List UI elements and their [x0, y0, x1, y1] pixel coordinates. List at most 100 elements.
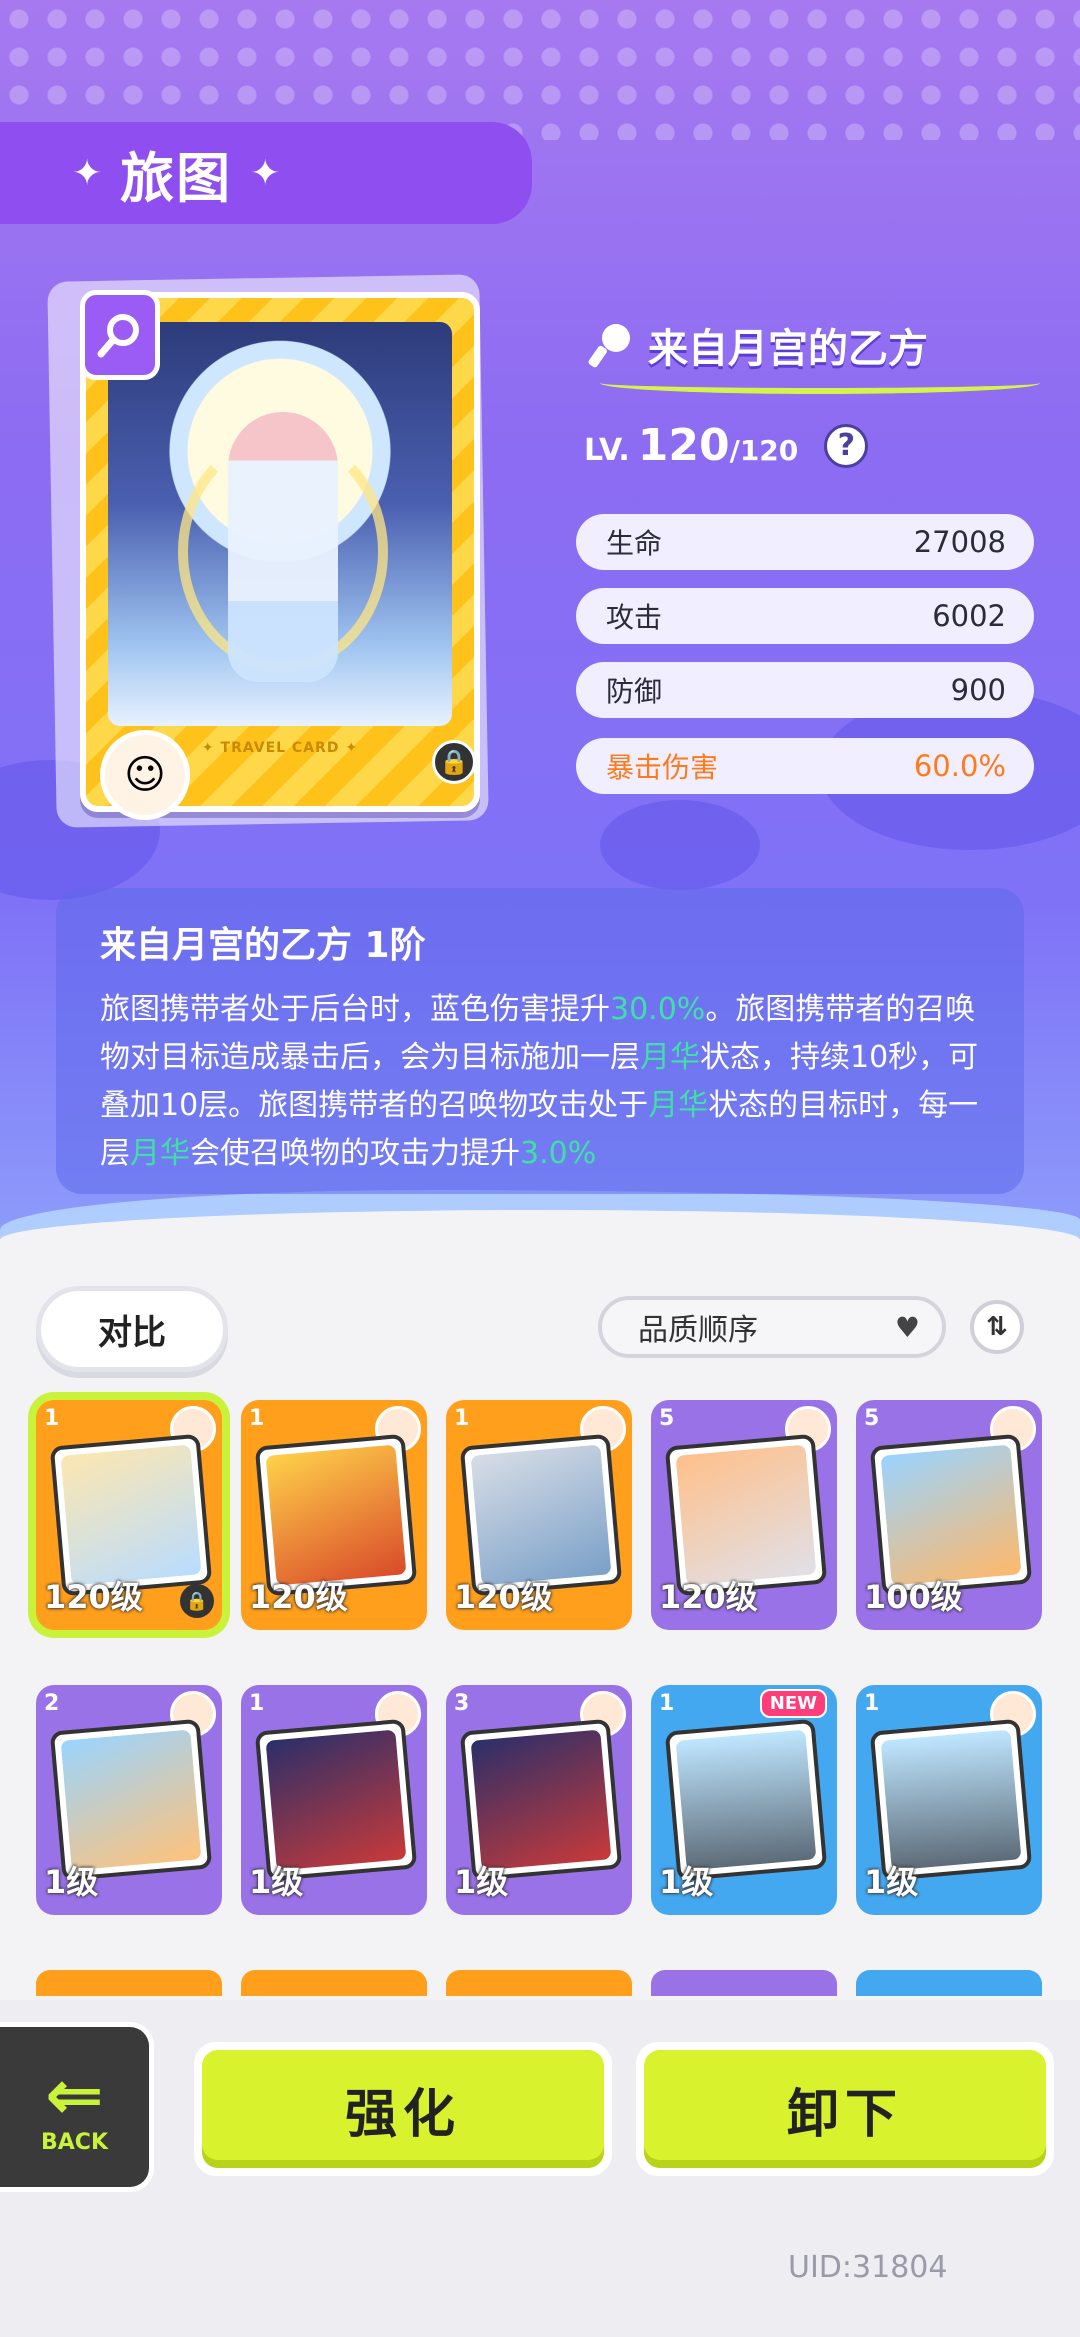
rank-badge: 1 [249, 1691, 265, 1716]
card-thumbnail-art [880, 1729, 1022, 1871]
grid-card[interactable]: 5 100级 [856, 1400, 1042, 1630]
grid-card-peek[interactable] [446, 1970, 632, 1996]
stat-value: 27008 [913, 525, 1006, 559]
rank-badge: 1 [454, 1406, 470, 1431]
stat-label: 防御 [606, 675, 663, 708]
sort-order-icon[interactable]: ⇅ [970, 1300, 1024, 1354]
card-level: 100级 [864, 1578, 963, 1616]
back-label: BACK [41, 2129, 108, 2155]
sort-label: 品质顺序 [638, 1313, 758, 1348]
help-icon[interactable]: ? [824, 423, 869, 468]
card-level: 120级 [44, 1578, 143, 1616]
effect-text-part: 会使召唤物的攻击力提升 [190, 1136, 520, 1171]
wave-divider [0, 1210, 1080, 1290]
card-level: 120级 [249, 1578, 348, 1616]
new-badge: NEW [759, 1689, 827, 1718]
compare-button[interactable]: 对比 [36, 1286, 228, 1372]
rank-badge: 5 [659, 1406, 675, 1431]
grid-card[interactable]: 1 NEW 1级 [651, 1685, 837, 1915]
card-thumbnail-art [470, 1444, 612, 1586]
stat-label: 生命 [606, 527, 663, 560]
grid-card-peek[interactable] [651, 1970, 837, 1996]
card-thumbnail-art [880, 1444, 1022, 1586]
grid-card[interactable]: 1 120级 🔒 [36, 1400, 222, 1630]
effect-text-part: 旅图携带者处于后台时，蓝色伤害提升 [100, 992, 610, 1027]
card-level: 1级 [454, 1863, 509, 1901]
page-title-tab: ✦ 旅图 ✦ [0, 122, 532, 224]
level-row: LV. 120 /120 ? [584, 420, 869, 471]
grid-card[interactable]: 1 1级 [241, 1685, 427, 1915]
stat-crit-damage: 暴击伤害 60.0% [576, 738, 1034, 794]
owner-avatar: ☺ [100, 730, 190, 820]
back-arrow-icon: ⇐ [45, 2053, 104, 2136]
card-level: 120级 [454, 1578, 553, 1616]
sparkle-icon: ✦ [250, 152, 281, 194]
effect-description[interactable]: 来自月宫的乙方 1阶 旅图携带者处于后台时，蓝色伤害提升30.0%。旅图携带者的… [56, 888, 1024, 1194]
chevron-down-icon: ♥ [894, 1310, 920, 1344]
stat-defense: 防御 900 [576, 662, 1034, 718]
rank-badge: 1 [864, 1691, 880, 1716]
magnify-glyph [97, 314, 139, 358]
level-label: LV. [584, 433, 630, 468]
stat-hp: 生命 27008 [576, 514, 1034, 570]
card-level: 1级 [44, 1863, 99, 1901]
effect-highlight: 月华 [130, 1136, 190, 1171]
rank-badge: 1 [659, 1691, 675, 1716]
grid-card[interactable]: 5 120级 [651, 1400, 837, 1630]
card-thumbnail-art [675, 1444, 817, 1586]
stat-attack: 攻击 6002 [576, 588, 1034, 644]
card-thumbnail-art [60, 1729, 202, 1871]
grid-card[interactable]: 1 120级 [241, 1400, 427, 1630]
card-level: 120级 [659, 1578, 758, 1616]
card-thumbnail-art [265, 1729, 407, 1871]
effect-text: 旅图携带者处于后台时，蓝色伤害提升30.0%。旅图携带者的召唤物对目标造成暴击后… [100, 986, 980, 1178]
grid-card[interactable]: 3 1级 [446, 1685, 632, 1915]
card-level: 1级 [249, 1863, 304, 1901]
back-button[interactable]: ⇐ BACK [0, 2022, 154, 2192]
paint-splat [600, 800, 760, 890]
name-underline [600, 372, 1040, 394]
rank-badge: 1 [44, 1406, 60, 1431]
effect-highlight: 3.0% [520, 1136, 597, 1171]
enhance-label: 强化 [202, 2050, 604, 2168]
stat-value: 6002 [932, 599, 1006, 633]
card-name: 来自月宫的乙方 [648, 326, 928, 372]
stat-value: 60.0% [913, 749, 1006, 783]
rank-badge: 2 [44, 1691, 60, 1716]
card-level: 1级 [864, 1863, 919, 1901]
rank-badge: 1 [249, 1406, 265, 1431]
stat-label: 攻击 [606, 601, 663, 634]
effect-highlight: 月华 [640, 1040, 700, 1075]
card-thumbnail-art [60, 1444, 202, 1586]
card-level: 1级 [659, 1863, 714, 1901]
grid-card[interactable]: 1 1级 [856, 1685, 1042, 1915]
rank-badge: 3 [454, 1691, 470, 1716]
card-thumbnail-art [470, 1729, 612, 1871]
effect-highlight: 30.0% [610, 992, 706, 1027]
level-max: /120 [729, 434, 799, 467]
grid-card[interactable]: 1 120级 [446, 1400, 632, 1630]
stat-value: 900 [950, 673, 1006, 707]
key-icon [588, 324, 630, 368]
card-thumbnail-art [675, 1729, 817, 1871]
rank-badge: 5 [864, 1406, 880, 1431]
unequip-label: 卸下 [644, 2050, 1046, 2168]
enhance-button[interactable]: 强化 [194, 2042, 612, 2176]
effect-title: 来自月宫的乙方 1阶 [100, 925, 426, 966]
grid-card-peek[interactable] [856, 1970, 1042, 1996]
grid-card-peek[interactable] [241, 1970, 427, 1996]
card-name-row: 来自月宫的乙方 [584, 316, 928, 374]
sort-select[interactable]: 品质顺序 ♥ [598, 1296, 946, 1358]
lock-icon: 🔒 [180, 1584, 214, 1618]
lock-icon[interactable]: 🔒 [432, 740, 476, 784]
grid-card-peek[interactable] [36, 1970, 222, 1996]
unequip-button[interactable]: 卸下 [636, 2042, 1054, 2176]
magnify-icon[interactable] [80, 290, 160, 380]
effect-highlight: 月华 [648, 1088, 709, 1123]
card-grid: 1 120级 🔒 1 120级 1 120级 5 120级 5 100级 2 1… [36, 1400, 1046, 2000]
page-title: 旅图 [120, 146, 233, 210]
artwork-character [228, 412, 338, 682]
stat-label: 暴击伤害 [606, 751, 719, 784]
card-artwork [108, 322, 452, 726]
grid-card[interactable]: 2 1级 [36, 1685, 222, 1915]
